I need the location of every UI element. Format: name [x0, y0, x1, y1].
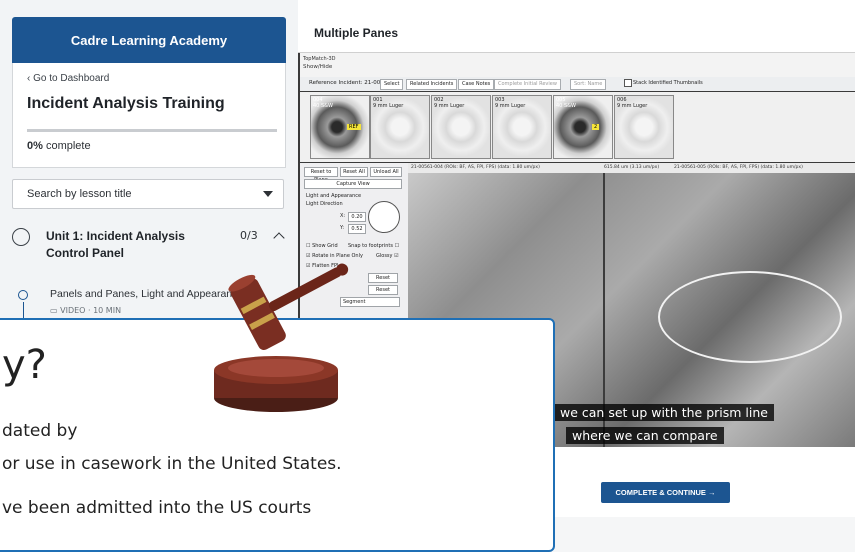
unload-all-button[interactable]: Unload All: [370, 167, 402, 177]
course-card: ‹ Go to Dashboard Incident Analysis Trai…: [12, 63, 286, 168]
unit-title: Unit 1: Incident Analysis Control Panel: [46, 229, 185, 260]
thumb-label: 9 mm Luger: [373, 103, 404, 109]
course-title: Incident Analysis Training: [27, 95, 225, 112]
video-icon: ▭: [50, 306, 61, 315]
lesson-search-dropdown[interactable]: Search by lesson title: [12, 179, 284, 209]
back-link-label: Go to Dashboard: [33, 73, 110, 84]
complete-and-continue-button[interactable]: COMPLETE & CONTINUE →: [601, 482, 730, 503]
capture-view-button[interactable]: Capture View: [304, 179, 402, 189]
scale-label: 615.84 um (3.13 um/px): [604, 165, 660, 170]
school-name: Cadre Learning Academy: [12, 17, 286, 63]
thumb-label: 9 mm Luger: [495, 103, 526, 109]
progress-label: complete: [45, 140, 91, 152]
glossy-label: Glossy: [376, 253, 393, 259]
reset-button-1[interactable]: Reset: [368, 273, 398, 283]
select-button[interactable]: Select: [380, 79, 404, 90]
stack-checkbox[interactable]: [624, 79, 632, 87]
match-badge: 2: [592, 124, 600, 130]
gavel-icon: [214, 263, 349, 412]
lesson-heading: Multiple Panes: [314, 26, 399, 40]
thumbnail[interactable]: 005 40 S&W 2: [553, 95, 613, 159]
slide-text-line-2: or use in casework in the United States.: [2, 454, 342, 474]
stack-label: Stack Identified Thumbnails: [633, 80, 703, 86]
caret-down-icon: [263, 191, 273, 197]
lesson-status-circle-icon: [18, 290, 28, 300]
y-label: Y:: [340, 225, 345, 231]
slide-text-line-3: ve been admitted into the US courts: [2, 498, 312, 518]
reset-button-2[interactable]: Reset: [368, 285, 398, 295]
thumbnail[interactable]: 006 9 mm Luger: [614, 95, 674, 159]
highlighted-impression-outline: [658, 271, 842, 363]
thumbnail-strip: 004 40 S&W REF 001 9 mm Luger 002 9 mm L…: [300, 92, 855, 162]
light-direction-label: Light Direction: [306, 201, 343, 207]
thumbnail[interactable]: 004 40 S&W REF: [310, 95, 370, 159]
search-placeholder: Search by lesson title: [27, 188, 132, 200]
course-progress-bar: [27, 129, 277, 132]
caption-line-1: we can set up with the prism line: [554, 404, 774, 421]
thumbnail[interactable]: 001 9 mm Luger: [370, 95, 430, 159]
reference-badge: REF: [347, 124, 361, 130]
slide-question: y?: [2, 342, 47, 388]
thumb-label: 9 mm Luger: [617, 103, 648, 109]
section-label: Light and Appearance: [306, 193, 362, 199]
lesson-meta: ▭ VIDEO · 10 MIN: [50, 306, 121, 315]
case-notes-button[interactable]: Case Notes: [458, 79, 495, 90]
left-pane-label: 21-00561-004 (ROIs: BF, AS, FPI, FPS) (d…: [411, 165, 540, 170]
reset-all-button[interactable]: Reset All: [340, 167, 368, 177]
y-value-input[interactable]: 0.52: [348, 224, 366, 234]
lesson-meta-text: VIDEO · 10 MIN: [60, 306, 122, 315]
app-name: TopMatch-3D: [303, 56, 336, 62]
thumb-label: 40 S&W: [313, 103, 333, 109]
thumbnail[interactable]: 002 9 mm Luger: [431, 95, 491, 159]
glossy-checkbox[interactable]: Glossy ☑: [376, 253, 399, 259]
light-direction-sphere[interactable]: [368, 201, 400, 233]
progress-text: 0% complete: [27, 140, 91, 152]
unit-status-circle-icon: [12, 228, 30, 246]
complete-review-button[interactable]: Complete Initial Review: [494, 79, 561, 90]
sort-name-button[interactable]: Sort: Name: [570, 79, 607, 90]
reset-to-plane-button[interactable]: Reset to Plane: [304, 167, 338, 183]
thumbnail[interactable]: 003 9 mm Luger: [492, 95, 552, 159]
go-to-dashboard-link[interactable]: ‹ Go to Dashboard: [27, 73, 109, 84]
x-value-input[interactable]: 0.20: [348, 212, 366, 222]
related-incidents-button[interactable]: Related Incidents: [406, 79, 458, 90]
slide-text-line-1: dated by: [2, 421, 78, 441]
viewer-header: 21-00561-004 (ROIs: BF, AS, FPI, FPS) (d…: [408, 163, 855, 173]
progress-percent: 0%: [27, 140, 43, 152]
right-pane-label: 21-00561-005 (ROIs: BF, AS, FPI, FPS) (d…: [674, 165, 803, 170]
reference-incident-label: Reference Incident: 21-00561: [309, 80, 391, 86]
thumb-label: 9 mm Luger: [434, 103, 465, 109]
x-label: X:: [340, 213, 346, 219]
caption-line-2: where we can compare: [566, 427, 724, 444]
show-hide-menu[interactable]: Show/Hide: [303, 64, 332, 70]
thumb-label: 40 S&W: [556, 103, 576, 109]
